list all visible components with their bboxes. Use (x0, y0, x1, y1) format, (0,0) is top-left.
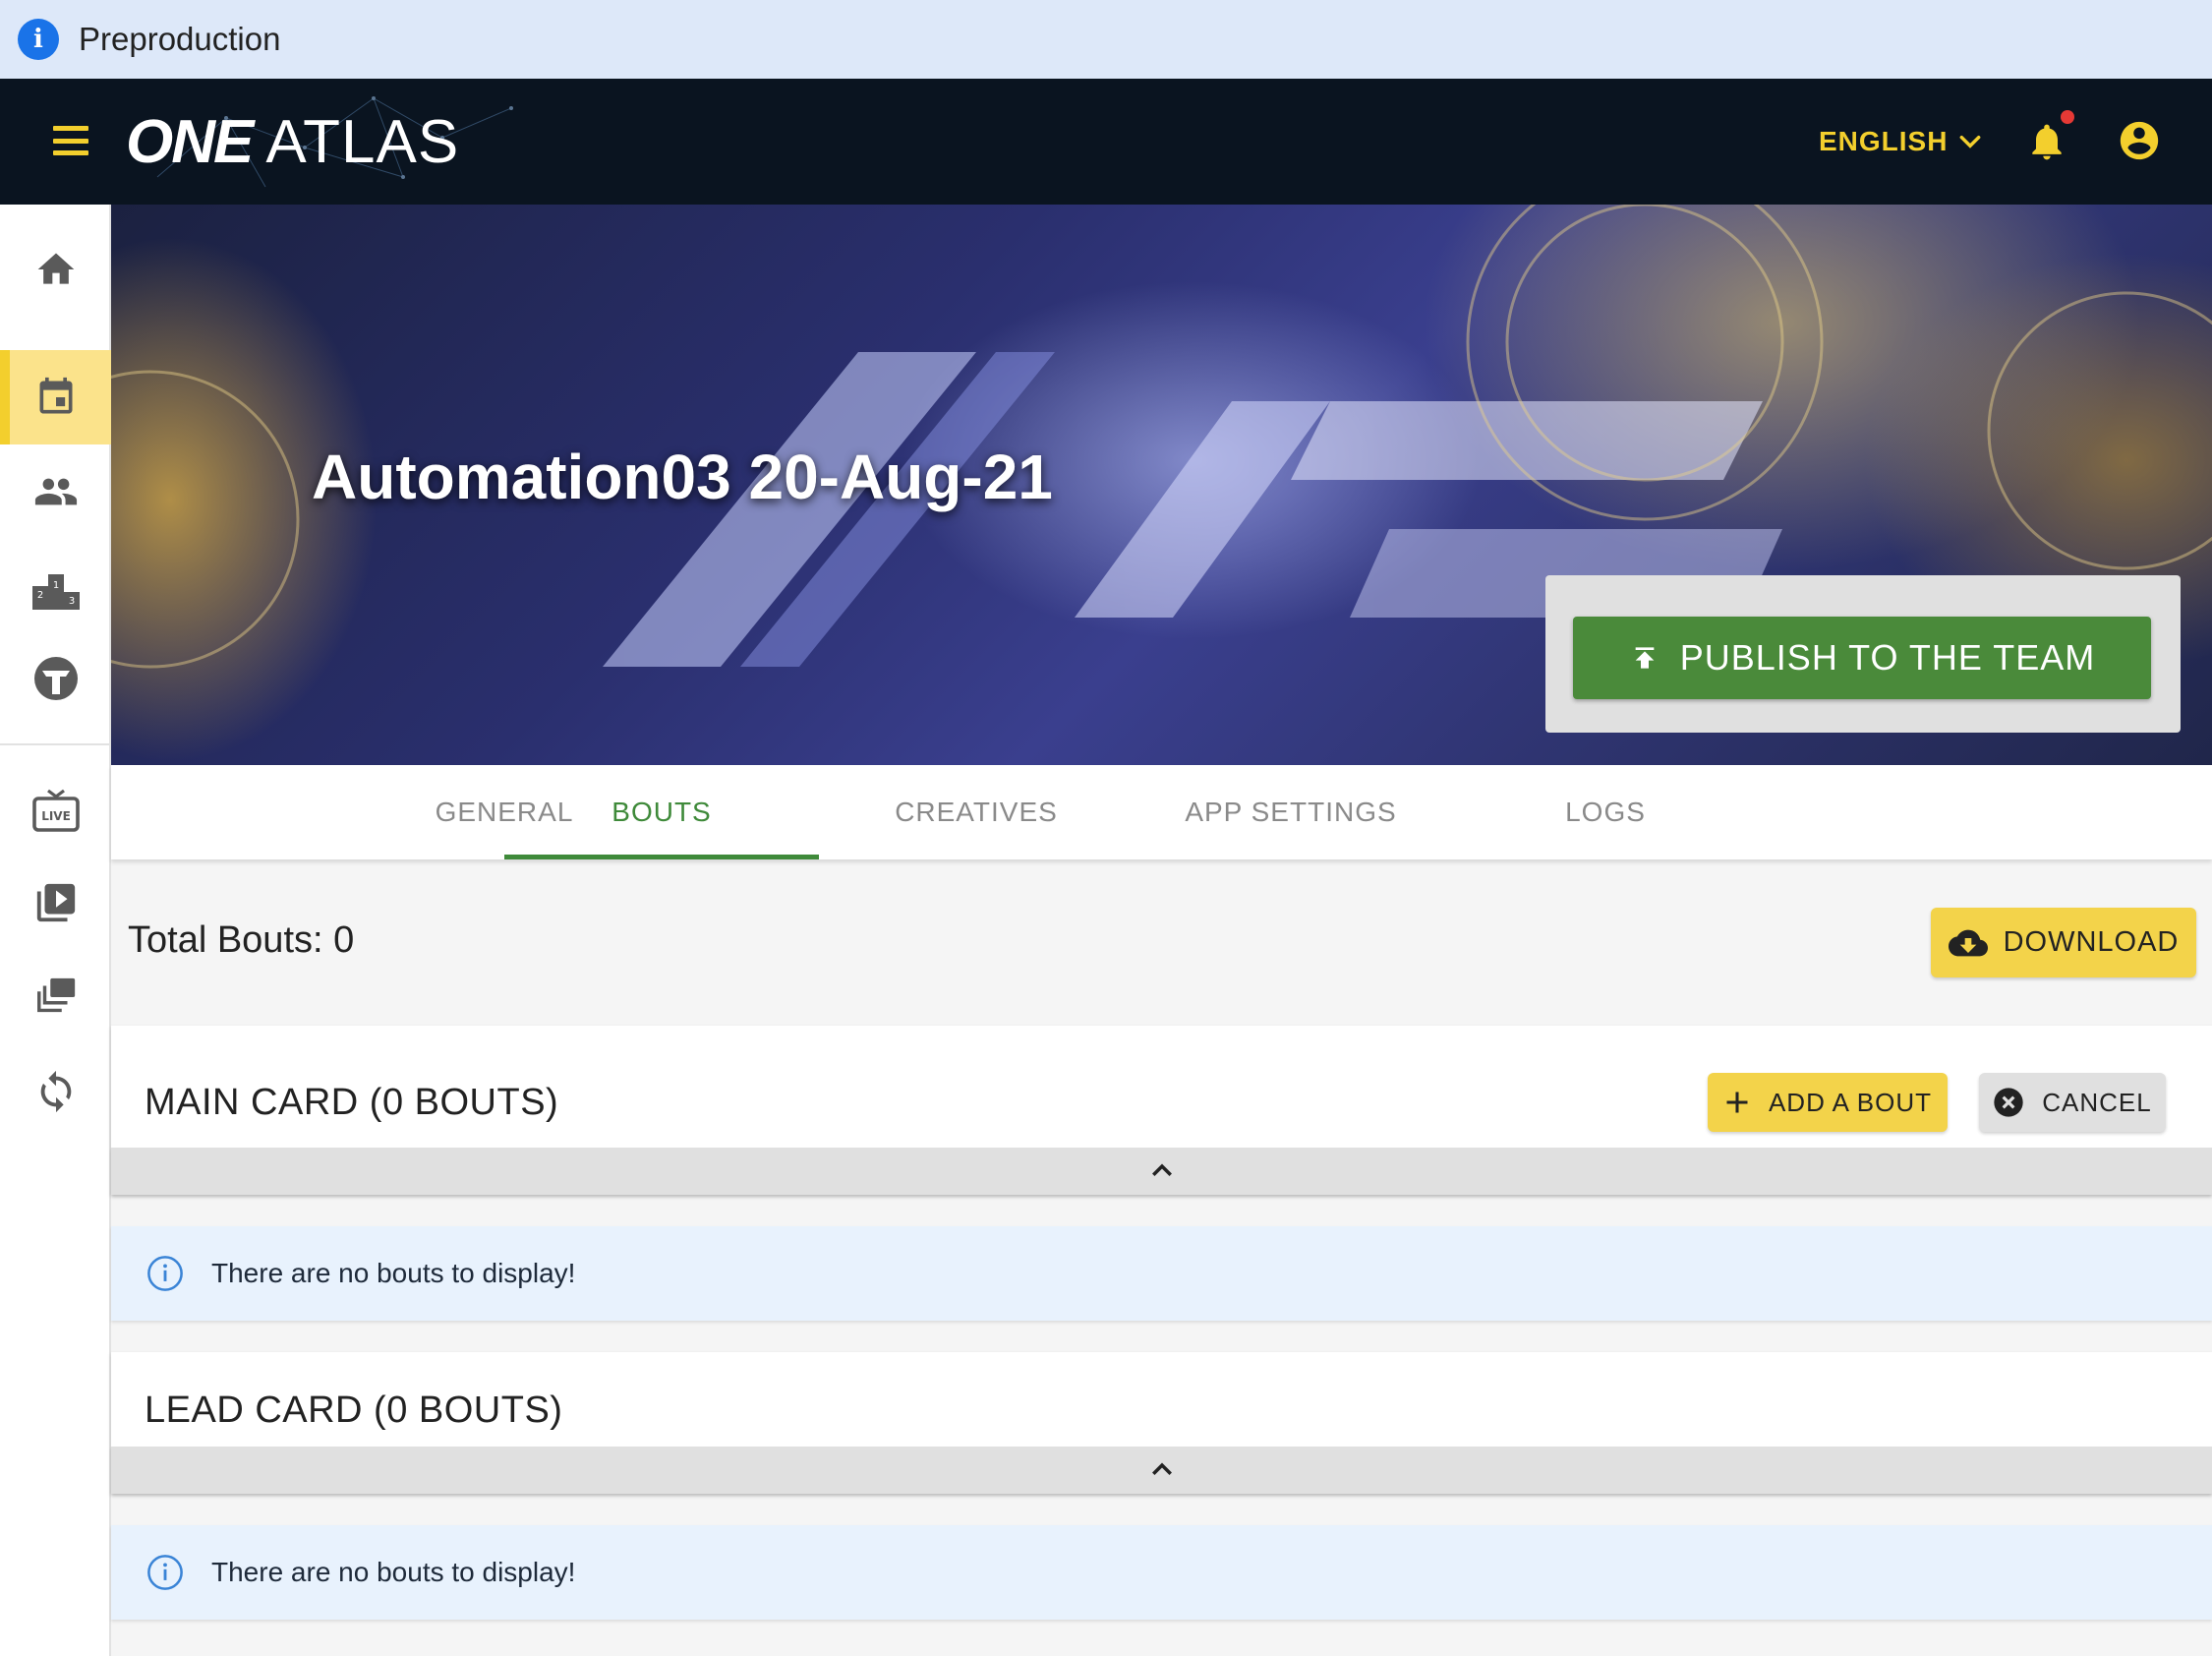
notification-dot (2061, 110, 2074, 124)
bell-icon[interactable] (2025, 118, 2068, 165)
language-selector[interactable]: ENGLISH (1819, 122, 1983, 161)
sidebar-item-sync[interactable] (0, 1044, 111, 1139)
environment-label: Preproduction (79, 21, 281, 57)
logo-one-text: ONE (126, 107, 254, 176)
svg-text:3: 3 (68, 596, 74, 607)
sidebar-item-brand[interactable] (0, 631, 111, 726)
people-icon (34, 478, 77, 505)
svg-text:LIVE: LIVE (41, 809, 71, 823)
download-label: DOWNLOAD (2003, 926, 2180, 958)
total-bouts-count: Total Bouts: 0 (128, 919, 355, 961)
calendar-icon (39, 377, 72, 414)
app-bar: ONE ATLAS ENGLISH (0, 79, 2212, 205)
cancel-label: CANCEL (2042, 1087, 2152, 1117)
environment-banner: i Preproduction (0, 0, 2212, 79)
info-icon (147, 1256, 183, 1291)
info-icon (147, 1555, 183, 1590)
main-card-section: MAIN CARD (0 BOUTS) ADD A BOUT CANCEL (111, 1026, 2212, 1195)
sidebar: 1 2 3 LIVE (0, 205, 111, 1656)
add-bout-label: ADD A BOUT (1768, 1087, 1933, 1117)
lead-card-empty-message: There are no bouts to display! (211, 1557, 576, 1587)
account-icon[interactable] (2117, 118, 2162, 163)
collections-icon (36, 977, 75, 1013)
sync-icon (40, 1070, 71, 1113)
cancel-button[interactable]: CANCEL (1979, 1073, 2166, 1132)
publish-icon (1635, 647, 1655, 669)
tab-app-settings[interactable]: APP SETTINGS (1134, 765, 1448, 859)
chevron-up-icon (1151, 1462, 1172, 1475)
sidebar-item-events[interactable] (0, 350, 111, 444)
sidebar-item-videos[interactable] (0, 856, 111, 950)
publish-label: PUBLISH TO THE TEAM (1679, 637, 2096, 678)
sidebar-item-athletes[interactable] (0, 444, 111, 539)
tab-creatives[interactable]: CREATIVES (819, 765, 1134, 859)
main-card-empty-message: There are no bouts to display! (211, 1258, 576, 1288)
tab-logs[interactable]: LOGS (1448, 765, 1763, 859)
chevron-down-icon (1960, 135, 1981, 148)
download-button[interactable]: DOWNLOAD (1931, 908, 2196, 977)
svg-text:2: 2 (36, 590, 42, 601)
lead-card-collapse-bar[interactable] (111, 1447, 2212, 1494)
video-library-icon (36, 883, 75, 922)
lead-card-title: LEAD CARD (0 BOUTS) (145, 1390, 563, 1431)
tab-bouts[interactable]: BOUTS (504, 765, 819, 859)
event-title: Automation03 20-Aug-21 (312, 442, 1053, 512)
svg-text:1: 1 (52, 580, 58, 591)
sidebar-item-collections[interactable] (0, 950, 111, 1044)
add-bout-button[interactable]: ADD A BOUT (1708, 1073, 1948, 1132)
event-tabs: GENERAL BOUTS CREATIVES APP SETTINGS LOG… (111, 765, 2212, 859)
main-card-title: MAIN CARD (0 BOUTS) (145, 1082, 559, 1123)
home-icon (37, 253, 74, 284)
live-tv-icon: LIVE (31, 789, 80, 832)
podium-icon: 1 2 3 (31, 574, 80, 610)
close-circle-icon (1994, 1088, 2023, 1117)
main-card-empty-alert: There are no bouts to display! (111, 1226, 2212, 1321)
plus-icon (1726, 1092, 1748, 1113)
menu-icon[interactable] (49, 123, 92, 158)
logo-atlas-text: ATLAS (265, 107, 460, 176)
one-brand-icon (33, 657, 78, 700)
sidebar-item-rankings[interactable]: 1 2 3 (0, 541, 111, 635)
sidebar-divider (0, 743, 111, 745)
language-label: ENGLISH (1819, 126, 1949, 156)
publish-to-team-button[interactable]: PUBLISH TO THE TEAM (1573, 617, 2151, 699)
main-card-collapse-bar[interactable] (111, 1148, 2212, 1195)
app-logo[interactable]: ONE ATLAS (126, 100, 459, 183)
sidebar-item-live[interactable]: LIVE (0, 763, 111, 858)
sidebar-item-home[interactable] (0, 222, 111, 317)
info-icon: i (18, 19, 59, 60)
lead-card-empty-alert: There are no bouts to display! (111, 1525, 2212, 1620)
lead-card-section: LEAD CARD (0 BOUTS) (111, 1352, 2212, 1494)
chevron-up-icon (1151, 1163, 1172, 1176)
cloud-download-icon (1948, 929, 1988, 956)
